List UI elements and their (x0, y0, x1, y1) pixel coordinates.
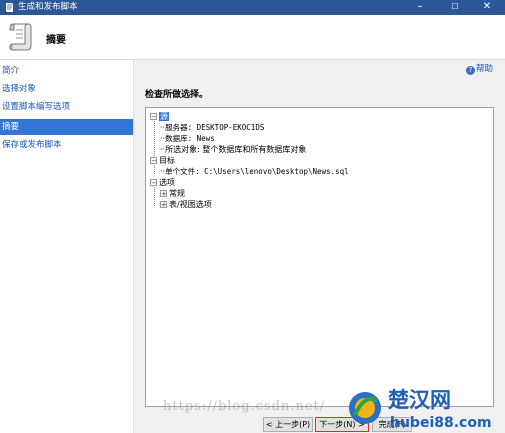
sidebar-item-intro[interactable]: 简介 (0, 63, 133, 79)
sidebar-item-save-publish[interactable]: 保存或发布脚本 (0, 137, 133, 153)
tree-node-options[interactable]: − 选项 (150, 177, 175, 188)
window-title: 生成和发布脚本 (18, 2, 78, 12)
section-title: 检查所做选择。 (145, 90, 209, 100)
collapse-icon[interactable]: − (150, 179, 157, 187)
tree-node-source[interactable]: − 源 (150, 111, 169, 122)
svg-text:楚汉网: 楚汉网 (388, 388, 451, 412)
wizard-sidebar: 简介 选择对象 设置脚本编写选项 摘要 保存或发布脚本 (0, 60, 134, 433)
tree-node-target[interactable]: − 目标 (150, 155, 175, 166)
summary-tree[interactable]: − 源 ··服务器: DESKTOP-EKOC1DS ··数据库: News ··… (145, 107, 494, 407)
tree-leaf-database: ··数据库: News (160, 134, 215, 143)
collapse-icon[interactable]: − (150, 157, 157, 165)
title-bar: 生成和发布脚本 – ☐ ✕ (0, 0, 505, 15)
previous-button[interactable]: < 上一步(P) (263, 417, 313, 432)
site-logo: 楚汉网 hubei88.com (349, 388, 492, 431)
tree-node-general[interactable]: + 常规 (160, 188, 185, 199)
sidebar-item-choose-objects[interactable]: 选择对象 (0, 81, 133, 97)
tree-node-label: 源 (159, 112, 169, 121)
close-button[interactable]: ✕ (472, 0, 502, 15)
page-header: 摘要 (0, 15, 505, 60)
sidebar-item-scripting-options[interactable]: 设置脚本编写选项 (0, 99, 133, 115)
maximize-button[interactable]: ☐ (440, 0, 470, 15)
main-panel: ? 帮助 检查所做选择。 − 源 ··服务器: DESKTOP-EKOC1DS ··… (134, 60, 505, 433)
help-label: 帮助 (475, 64, 493, 74)
tree-leaf-selected-objects: ··所选对象: 整个数据库和所有数据库对象 (160, 145, 307, 154)
script-app-icon (6, 3, 13, 12)
expand-icon[interactable]: + (160, 190, 167, 198)
collapse-icon[interactable]: − (150, 113, 157, 121)
sidebar-item-summary[interactable]: 摘要 (0, 119, 133, 135)
expand-icon[interactable]: + (160, 201, 167, 209)
help-link[interactable]: ? 帮助 (465, 62, 493, 75)
tree-leaf-file: ··单个文件: C:\Users\lenovo\Desktop\News.sql (160, 167, 349, 176)
watermark-text: https://blog.csdn.net/ (163, 399, 326, 414)
scroll-icon (9, 23, 32, 51)
minimize-button[interactable]: – (405, 0, 435, 15)
tree-leaf-server: ··服务器: DESKTOP-EKOC1DS (160, 123, 265, 132)
svg-text:hubei88.com: hubei88.com (390, 415, 492, 431)
page-title: 摘要 (46, 35, 66, 46)
tree-guide-line (154, 118, 155, 156)
help-icon: ? (465, 66, 475, 75)
tree-node-table-view-options[interactable]: + 表/视图选项 (160, 199, 212, 210)
